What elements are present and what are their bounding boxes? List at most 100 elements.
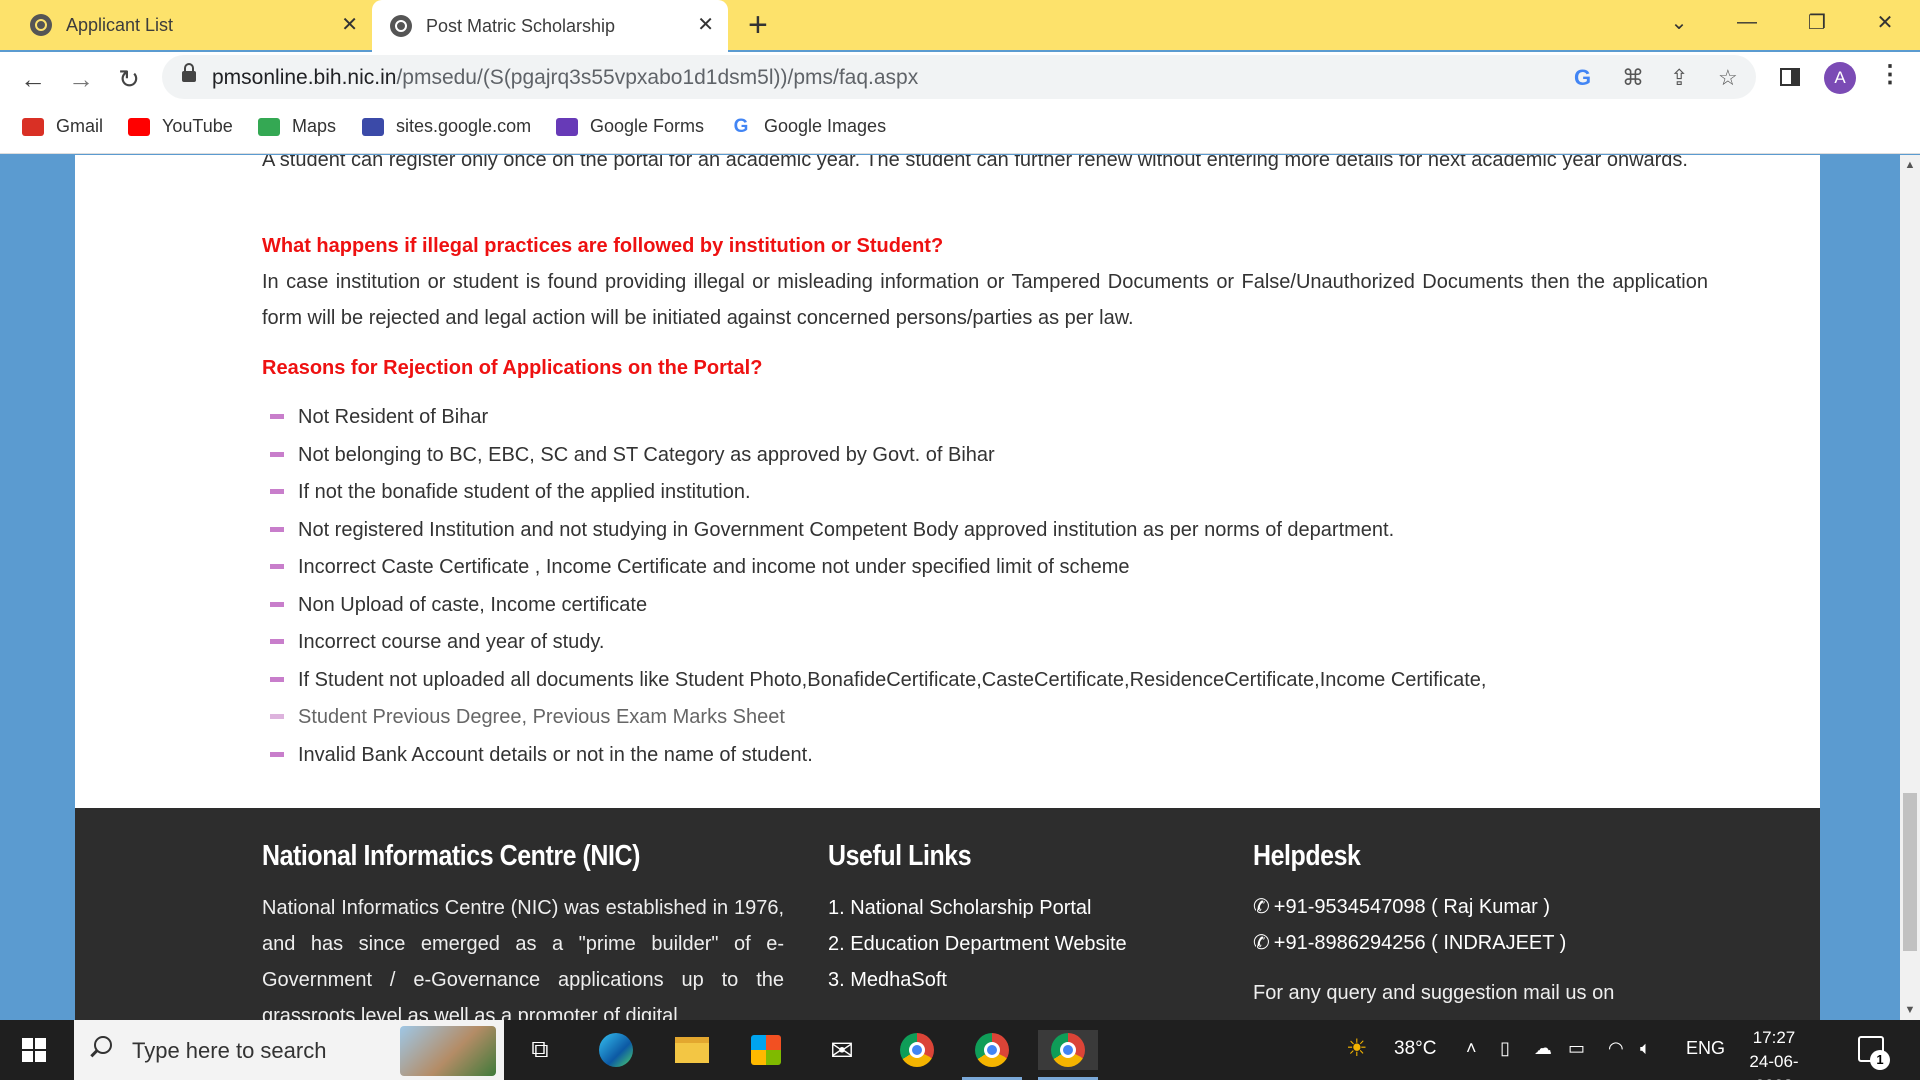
site-footer: National Informatics Centre (NIC) Nation… [75,808,1820,1020]
illegal-practices-answer: In case institution or student is found … [262,271,1708,329]
onedrive-cloud-icon[interactable]: ☁ [1534,1038,1552,1059]
useful-links-heading: Useful Links [828,840,972,872]
url-text[interactable]: pmsonline.bih.nic.in/pmsedu/(S(pgajrq3s5… [212,66,918,90]
rejection-reasons-list: Not Resident of Bihar Not belonging to B… [262,403,1486,778]
list-item: If Student not uploaded all documents li… [262,666,1486,704]
tab-post-matric-scholarship[interactable]: Post Matric Scholarship ✕ [372,0,728,52]
bookmark-sites[interactable]: sites.google.com [362,116,531,137]
tab-applicant-list[interactable]: Applicant List ✕ [0,0,372,50]
wifi-icon[interactable]: ◠ [1608,1038,1624,1059]
helpdesk-phone: ✆ +91-8986294256 ( INDRAJEET ) [1253,932,1567,954]
link-national-scholarship-portal[interactable]: 1. National Scholarship Portal [828,890,1127,926]
nic-description: National Informatics Centre (NIC) was es… [262,897,784,1020]
clock-date: 24-06-2023 [1749,1052,1799,1080]
faq-content: A student can register only once on the … [75,155,1820,808]
language-indicator[interactable]: ENG [1686,1038,1725,1059]
volume-icon[interactable]: 🔈︎ [1640,1038,1651,1059]
mail-icon[interactable]: ✉ [822,1030,862,1070]
system-clock[interactable]: 17:27 24-06-2023 [1734,1026,1814,1080]
phone-icon: ✆ [1253,896,1270,918]
bullet-icon [270,601,284,607]
profile-avatar[interactable]: A [1824,62,1856,94]
side-panel-icon[interactable] [1780,68,1800,86]
bullet-icon [270,451,284,457]
bullet-icon [270,526,284,532]
bookmark-maps[interactable]: Maps [258,116,336,137]
show-hidden-icons-chevron-icon[interactable]: ˄ [1466,1038,1477,1059]
notification-badge: 1 [1870,1050,1890,1070]
list-item: Invalid Bank Account details or not in t… [262,741,1486,779]
tab-strip: Applicant List ✕ Post Matric Scholarship… [0,0,1920,52]
search-highlight-image [400,1026,496,1076]
useful-links-list: 1. National Scholarship Portal 2. Educat… [828,890,1127,998]
bookmark-google-images[interactable]: G Google Images [730,116,886,137]
bookmark-star-icon[interactable]: ☆ [1718,65,1738,91]
bullet-icon [270,564,284,569]
list-item: Incorrect Caste Certificate , Income Cer… [262,553,1486,591]
chrome-icon[interactable] [897,1030,937,1070]
sites-icon [362,117,384,136]
forms-icon [556,117,578,136]
reload-icon[interactable]: ↻ [112,62,146,96]
helpdesk-heading: Helpdesk [1253,840,1361,872]
illegal-practices-question: What happens if illegal practices are fo… [262,235,944,257]
scrollbar-thumb[interactable] [1903,793,1917,951]
clock-time: 17:27 [1752,1028,1796,1047]
nic-heading: National Informatics Centre (NIC) [262,840,640,872]
back-arrow-icon[interactable]: ← [16,62,50,96]
google-icon: G [730,117,752,136]
close-tab-icon[interactable]: ✕ [341,12,358,37]
new-tab-button[interactable]: + [748,6,768,45]
address-bar[interactable]: pmsonline.bih.nic.in/pmsedu/(S(pgajrq3s5… [162,55,1756,99]
registration-answer: A student can register only once on the … [262,155,1688,171]
tab-search-chevron-icon[interactable]: ⌄ [1654,0,1704,44]
list-item: Not belonging to BC, EBC, SC and ST Cate… [262,441,1486,479]
chrome-active-window-icon[interactable] [1038,1030,1098,1070]
list-item: Student Previous Degree, Previous Exam M… [262,703,1486,741]
weather-icon[interactable]: ☀ [1346,1034,1368,1063]
edge-icon[interactable] [596,1030,636,1070]
device-icon[interactable]: ▯ [1500,1038,1510,1059]
bullet-icon [270,751,284,757]
globe-icon [390,15,412,37]
task-view-icon[interactable]: ⧉ [520,1030,560,1070]
restore-icon[interactable]: ❐ [1792,0,1842,44]
share-icon[interactable]: ⇪ [1670,65,1688,91]
menu-kebab-icon[interactable]: ⋮ [1878,60,1902,89]
translate-icon[interactable]: ⌘ [1622,65,1644,91]
bookmark-youtube[interactable]: YouTube [128,116,233,137]
bookmark-google-forms[interactable]: Google Forms [556,116,704,137]
forward-arrow-icon[interactable]: → [64,62,98,96]
windows-start-icon[interactable] [22,1038,46,1062]
link-education-department[interactable]: 2. Education Department Website [828,926,1127,962]
minimize-icon[interactable]: — [1722,0,1772,44]
search-icon [94,1036,112,1054]
list-item: Not Resident of Bihar [262,403,1486,441]
temperature-text[interactable]: 38°C [1394,1038,1436,1060]
page-viewport: A student can register only once on the … [0,155,1900,1020]
globe-icon [30,14,52,36]
helpdesk-phone: ✆ +91-9534547098 ( Raj Kumar ) [1253,896,1551,918]
bookmark-gmail[interactable]: Gmail [22,116,103,137]
microsoft-store-icon[interactable] [746,1030,786,1070]
bookmarks-bar: Gmail YouTube Maps sites.google.com Goog… [0,104,1920,154]
bullet-icon [270,414,284,419]
close-window-icon[interactable]: ✕ [1860,0,1910,44]
page-scrollbar[interactable]: ▲ ▼ [1900,155,1920,1020]
search-placeholder: Type here to search [132,1038,327,1063]
file-explorer-icon[interactable] [672,1030,712,1070]
chrome-profile-icon[interactable] [972,1030,1012,1070]
battery-icon[interactable]: ▭ [1568,1038,1585,1059]
link-medhasoft[interactable]: 3. MedhaSoft [828,962,1127,998]
rejection-reasons-question: Reasons for Rejection of Applications on… [262,357,763,379]
lock-icon[interactable] [182,63,196,83]
taskbar-search-box[interactable]: Type here to search [74,1020,504,1080]
google-lens-icon[interactable]: G [1574,65,1591,91]
scroll-down-arrow-icon[interactable]: ▼ [1900,1000,1920,1020]
list-item: If not the bonafide student of the appli… [262,478,1486,516]
scroll-up-arrow-icon[interactable]: ▲ [1900,155,1920,175]
close-tab-icon[interactable]: ✕ [697,12,714,37]
bullet-icon [270,639,284,644]
bullet-icon [270,714,284,719]
tab-title: Applicant List [66,14,174,35]
